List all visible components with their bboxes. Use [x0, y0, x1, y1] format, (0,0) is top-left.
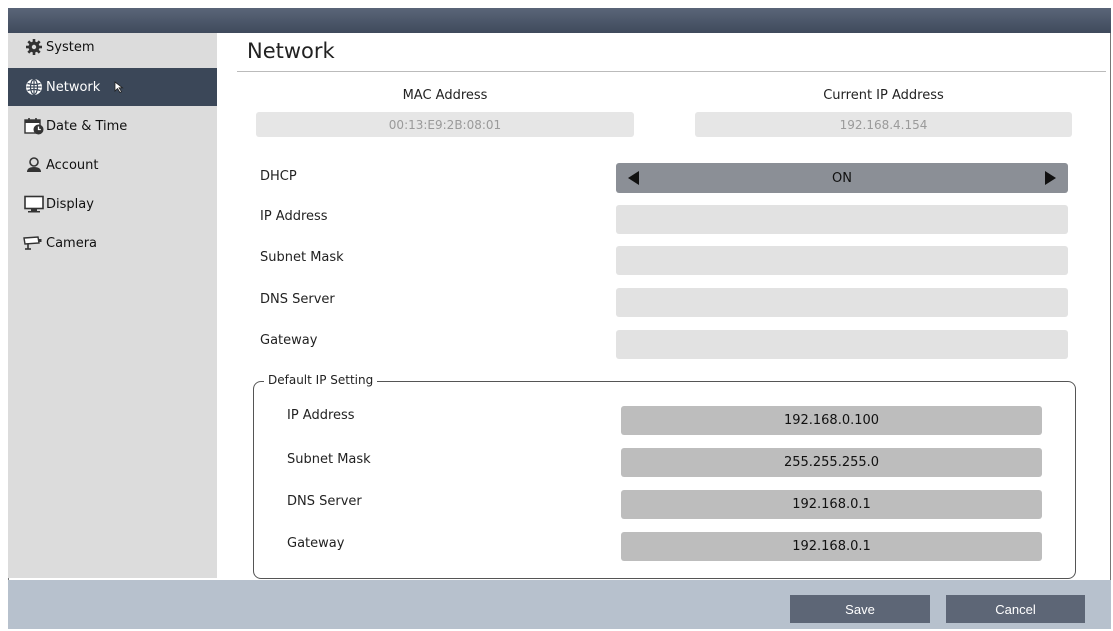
gateway-input[interactable]	[616, 330, 1068, 359]
gear-icon	[23, 38, 45, 56]
default-ip-address-value: 192.168.0.100	[621, 406, 1042, 435]
sidebar-item-system[interactable]: System	[8, 28, 217, 66]
subnet-mask-label: Subnet Mask	[260, 250, 344, 265]
sidebar: System Network Date & Time Account Displ…	[8, 33, 217, 578]
sidebar-item-label: Date & Time	[46, 118, 128, 134]
calendar-clock-icon	[23, 117, 45, 135]
default-ip-address-label: IP Address	[287, 408, 355, 423]
default-dns-server-value: 192.168.0.1	[621, 490, 1042, 519]
cancel-button[interactable]: Cancel	[946, 595, 1085, 623]
dhcp-value: ON	[832, 170, 852, 186]
gateway-label: Gateway	[260, 333, 318, 348]
sidebar-item-account[interactable]: Account	[8, 146, 217, 184]
ip-address-input[interactable]	[616, 205, 1068, 234]
default-gateway-value: 192.168.0.1	[621, 532, 1042, 561]
save-button[interactable]: Save	[790, 595, 930, 623]
dhcp-label: DHCP	[260, 169, 297, 184]
default-ip-title: Default IP Setting	[264, 373, 378, 387]
camera-icon	[23, 234, 45, 252]
mac-address-value: 00:13:E9:2B:08:01	[256, 112, 634, 137]
arrow-right-icon[interactable]	[1043, 171, 1057, 185]
monitor-icon	[23, 195, 45, 213]
sidebar-item-camera[interactable]: Camera	[8, 224, 217, 262]
ip-address-label: IP Address	[260, 209, 328, 224]
current-ip-label: Current IP Address	[823, 88, 944, 103]
sidebar-item-label: Display	[46, 196, 94, 212]
dns-server-input[interactable]	[616, 288, 1068, 317]
default-gateway-label: Gateway	[287, 536, 345, 551]
user-icon	[23, 156, 45, 174]
default-dns-server-label: DNS Server	[287, 494, 362, 509]
sidebar-item-label: Account	[46, 157, 99, 173]
sidebar-item-date-time[interactable]: Date & Time	[8, 107, 217, 145]
subnet-mask-input[interactable]	[616, 246, 1068, 275]
default-subnet-mask-label: Subnet Mask	[287, 452, 371, 467]
dhcp-selector[interactable]: ON	[616, 163, 1068, 193]
mouse-cursor-icon	[114, 81, 124, 93]
globe-icon	[23, 78, 45, 96]
title-divider	[237, 71, 1106, 72]
mac-address-label: MAC Address	[402, 88, 488, 103]
sidebar-item-display[interactable]: Display	[8, 185, 217, 223]
dns-server-label: DNS Server	[260, 292, 335, 307]
sidebar-item-label: System	[46, 39, 95, 55]
sidebar-item-label: Network	[46, 79, 101, 95]
arrow-left-icon[interactable]	[627, 171, 641, 185]
sidebar-item-network[interactable]: Network	[8, 68, 217, 106]
default-subnet-mask-value: 255.255.255.0	[621, 448, 1042, 477]
current-ip-value: 192.168.4.154	[695, 112, 1072, 137]
page-title: Network	[247, 39, 335, 63]
sidebar-item-label: Camera	[46, 235, 98, 251]
